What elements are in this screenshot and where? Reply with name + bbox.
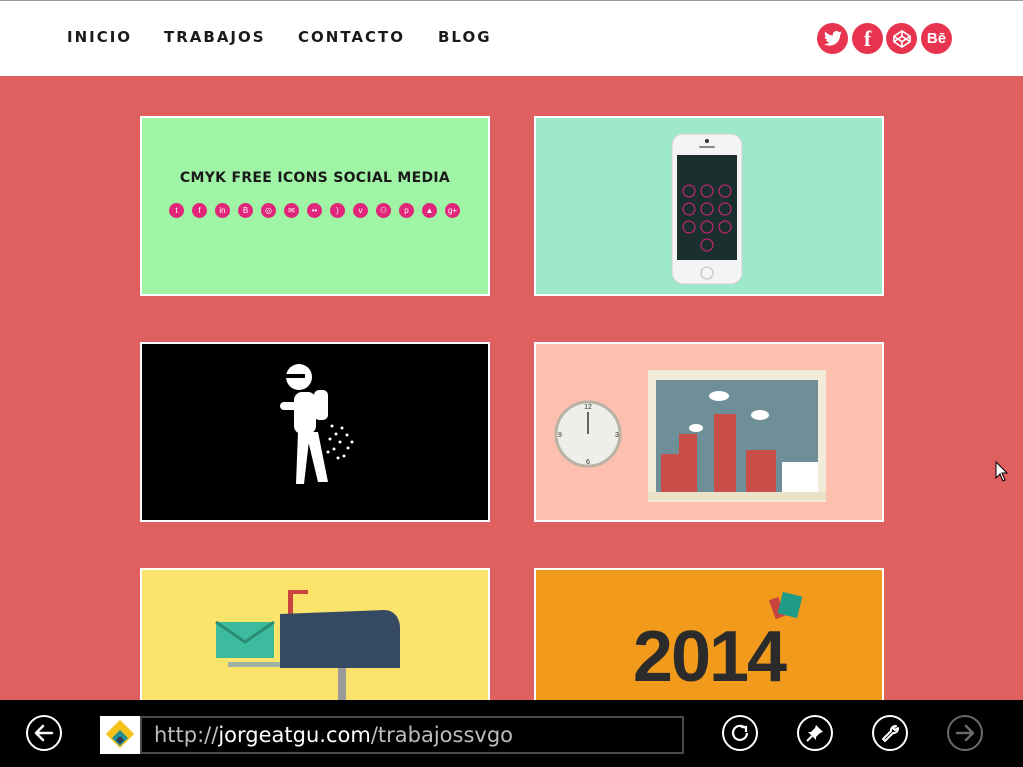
url-host: jorgeatgu.com: [218, 723, 371, 747]
back-arrow-icon: [34, 724, 54, 742]
work-card-city-window[interactable]: 12 3 6 9: [534, 342, 884, 522]
url-path: /trabajossvgo: [370, 723, 513, 747]
pin-button[interactable]: [797, 715, 833, 751]
flickr-icon: ••: [307, 203, 322, 218]
work-card-jetpack[interactable]: [140, 342, 490, 522]
linkedin-icon: in: [215, 203, 230, 218]
behance-icon: B: [238, 203, 253, 218]
facebook-icon[interactable]: f: [852, 23, 883, 54]
mouse-cursor-icon: [995, 461, 1009, 482]
twitter-icon: t: [169, 203, 184, 218]
browser-app-bar: http://jorgeatgu.com/trabajossvgo: [0, 700, 1023, 767]
work-card-mailbox[interactable]: [140, 568, 490, 702]
jetpack-illustration: [280, 364, 354, 484]
work-card-iphone[interactable]: [534, 116, 884, 296]
pin-icon: [806, 725, 823, 742]
site-header: INICIO TRABAJOS CONTACTO BLOG f Bē: [0, 1, 1023, 76]
rss-icon: ): [330, 203, 345, 218]
page-tools-button[interactable]: [872, 715, 908, 751]
work-card-2014[interactable]: 2014: [534, 568, 884, 702]
nav-contacto[interactable]: CONTACTO: [298, 28, 405, 46]
nav-blog[interactable]: BLOG: [438, 28, 492, 46]
googleplus-icon: g+: [445, 203, 460, 218]
forward-arrow-icon: [955, 724, 975, 742]
wrench-icon: [882, 725, 899, 742]
svg-text:3: 3: [615, 432, 619, 439]
mail-icon: ✉: [284, 203, 299, 218]
vimeo-icon: v: [353, 203, 368, 218]
address-bar[interactable]: http://jorgeatgu.com/trabajossvgo: [140, 716, 684, 754]
twitter-icon[interactable]: [817, 23, 848, 54]
svg-text:9: 9: [558, 432, 562, 439]
mailbox-illustration: [215, 590, 400, 702]
forrst-icon: ▲: [422, 203, 437, 218]
card-title: CMYK FREE ICONS SOCIAL MEDIA: [179, 170, 451, 186]
work-card-cmyk-icons[interactable]: CMYK FREE ICONS SOCIAL MEDIA t f in B ◎ …: [140, 116, 490, 296]
city-window-illustration: 12 3 6 9: [554, 370, 826, 502]
refresh-button[interactable]: [722, 715, 758, 751]
refresh-icon: [731, 724, 749, 741]
year-text: 2014: [632, 617, 787, 697]
codepen-icon[interactable]: [886, 23, 917, 54]
social-icon-row: t f in B ◎ ✉ •• ) v ⚇ p ▲ g+: [169, 203, 460, 218]
site-favicon: [100, 716, 140, 754]
nav-inicio[interactable]: INICIO: [67, 28, 132, 46]
nav-trabajos[interactable]: TRABAJOS: [164, 28, 266, 46]
dribbble-icon: ◎: [261, 203, 276, 218]
github-icon: ⚇: [376, 203, 391, 218]
behance-icon[interactable]: Bē: [921, 23, 952, 54]
back-button[interactable]: [26, 715, 62, 751]
iphone-illustration: [671, 133, 743, 285]
facebook-icon: f: [192, 203, 207, 218]
forward-button[interactable]: [947, 715, 983, 751]
url-prefix: http://: [154, 723, 219, 747]
pinterest-icon: p: [399, 203, 414, 218]
svg-text:6: 6: [586, 459, 590, 466]
svg-text:12: 12: [584, 404, 592, 411]
